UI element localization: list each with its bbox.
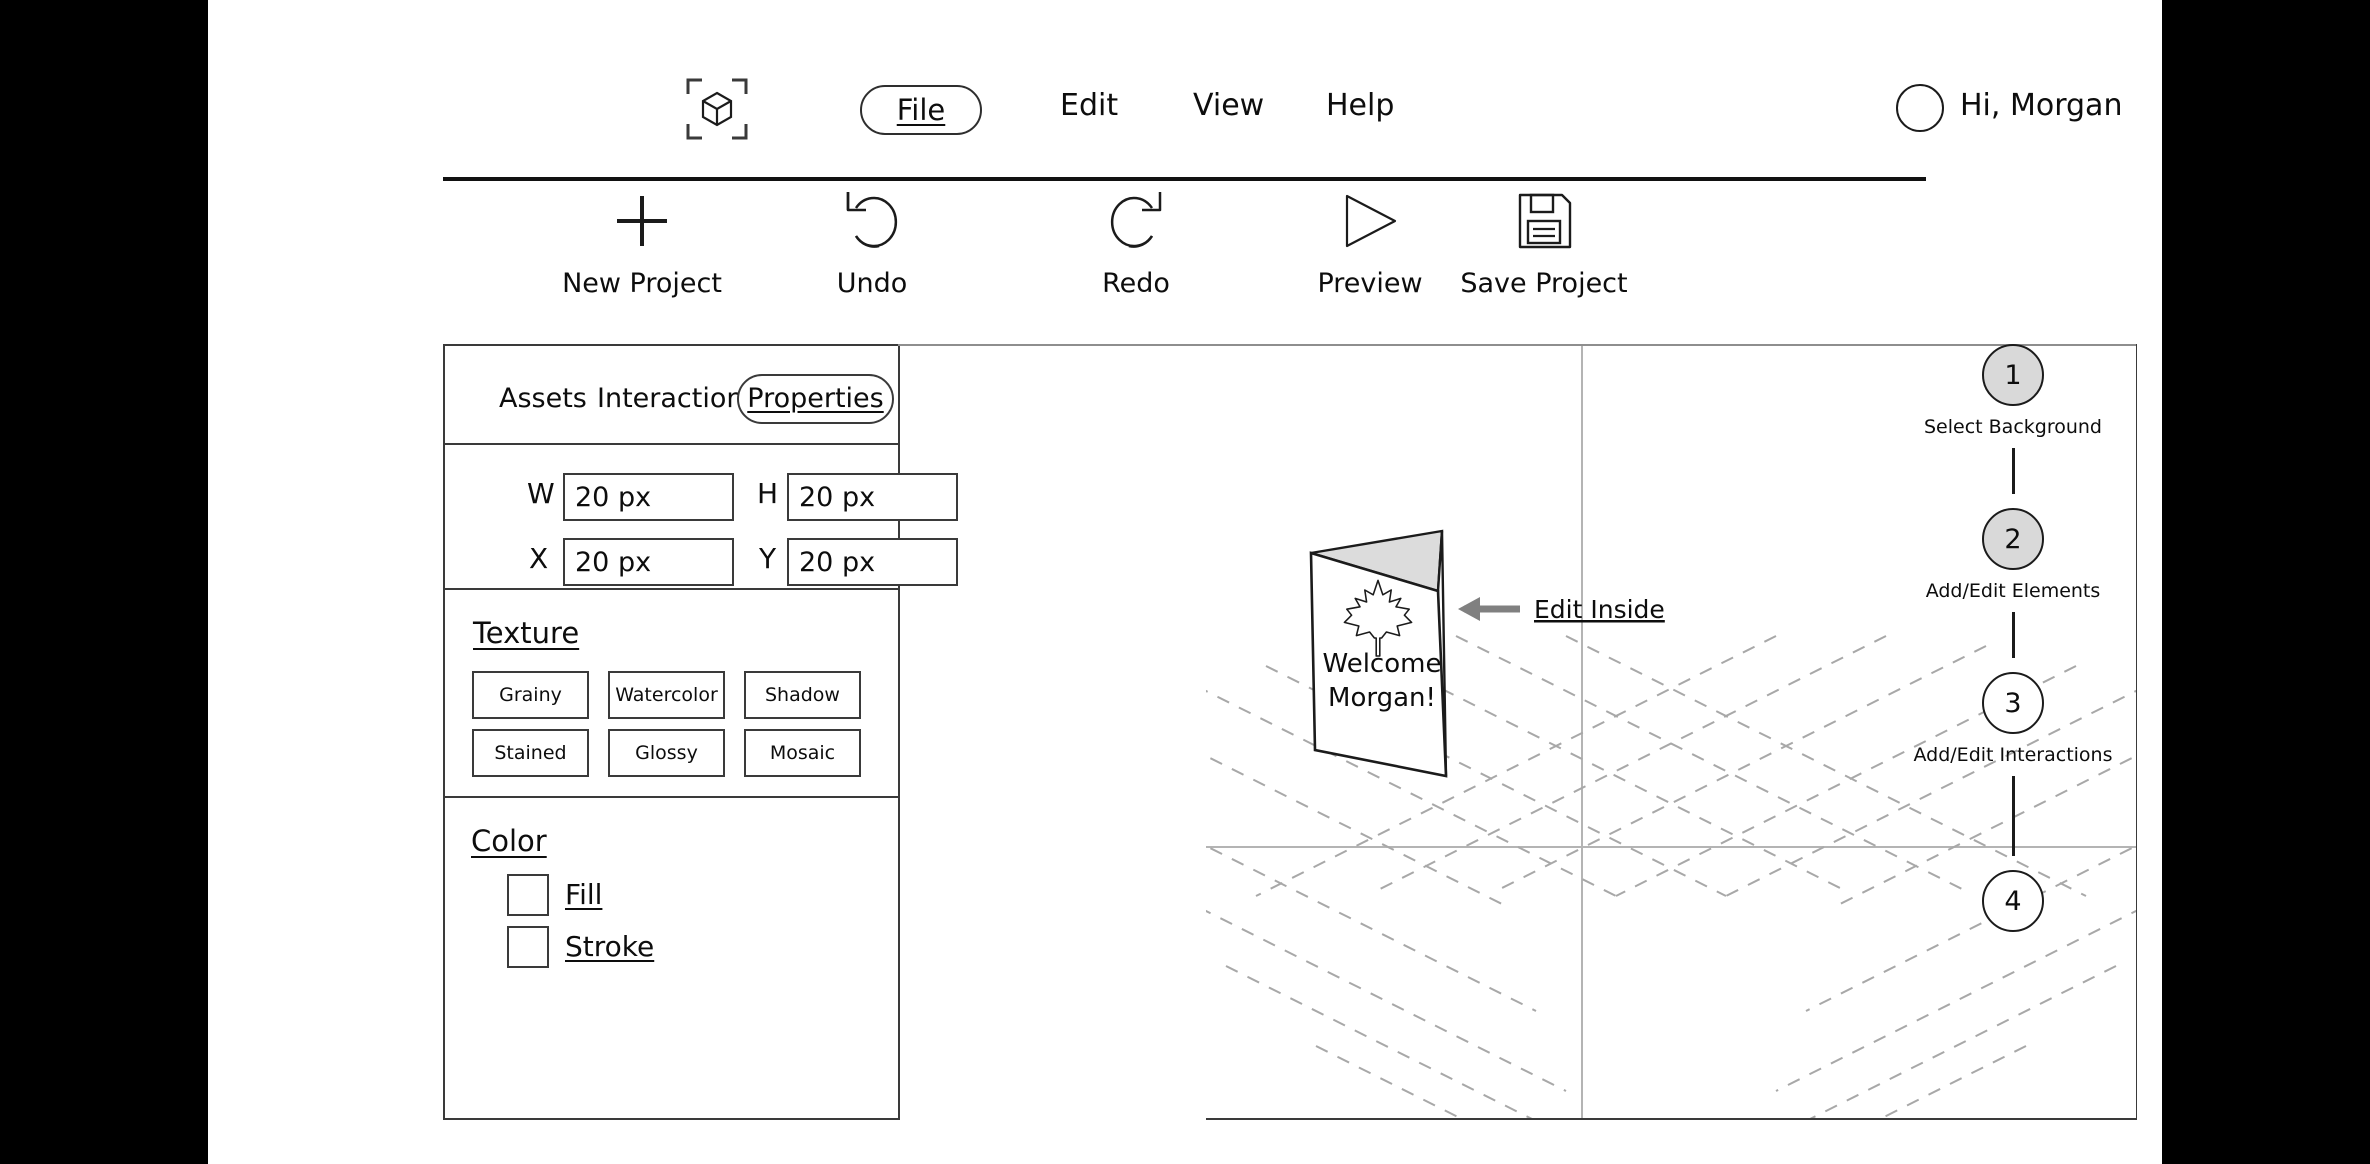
stroke-label: Stroke [565,930,655,963]
x-input[interactable]: 20 px [563,538,734,586]
y-label: Y [759,542,777,575]
dimensions-section: W 20 px H 20 px X 20 px Y 20 px [445,445,958,590]
width-label: W [527,477,555,510]
greeting-card: Welcome Morgan! [1309,529,1448,778]
undo-button[interactable]: Undo [757,180,987,330]
texture-option-mosaic[interactable]: Mosaic [744,729,861,777]
fill-color-swatch[interactable] [507,874,549,916]
redo-label: Redo [1102,268,1170,299]
texture-option-watercolor[interactable]: Watercolor [608,671,725,719]
color-heading: Color [471,824,547,858]
cube-frame-icon[interactable] [686,78,748,140]
redo-button[interactable]: Redo [1021,180,1251,330]
redo-arrow-icon [1021,182,1251,260]
card-greeting-line1: Welcome [1323,649,1442,679]
app-header: File Edit View Help Hi, Morgan [208,0,2162,181]
x-label: X [529,542,549,575]
menu-item-edit[interactable]: Edit [1060,88,1118,123]
workflow-stepper: 1 Select Background 2 Add/Edit Elements … [1888,344,2138,1120]
color-section: Color Fill Stroke [445,798,898,1116]
texture-option-glossy[interactable]: Glossy [608,729,725,777]
tab-assets[interactable]: Assets [499,383,587,414]
new-project-button[interactable]: New Project [527,180,757,330]
main-toolbar: New Project Undo Redo Preview Save Proje… [208,180,2162,335]
menu-item-view[interactable]: View [1193,88,1264,123]
step-2-label: Add/Edit Elements [1925,580,2101,602]
step-3-circle[interactable]: 3 [1982,672,2044,734]
save-project-label: Save Project [1460,268,1628,299]
step-1-label: Select Background [1923,416,2102,438]
texture-section: Texture Grainy Watercolor Shadow Stained… [445,590,898,798]
properties-panel: Assets Interactions Properties W 20 px H… [443,344,958,1120]
height-input[interactable]: 20 px [787,473,958,521]
floppy-disk-icon [1429,182,1659,260]
edit-inside-label: Edit Inside [1534,595,1665,624]
step-connector-1-2 [2012,448,2015,494]
step-connector-3-4 [2012,776,2015,856]
panel-tab-bar: Assets Interactions Properties [445,346,898,445]
tab-interactions[interactable]: Interactions [597,383,758,414]
step-1-circle[interactable]: 1 [1982,344,2044,406]
stroke-color-swatch[interactable] [507,926,549,968]
texture-option-shadow[interactable]: Shadow [744,671,861,719]
texture-option-stained[interactable]: Stained [472,729,589,777]
greeting-text: Hi, Morgan [1960,88,2123,123]
texture-option-grainy[interactable]: Grainy [472,671,589,719]
y-input[interactable]: 20 px [787,538,958,586]
menu-item-file-label: File [896,93,946,127]
step-connector-2-3 [2012,612,2015,658]
card-greeting-line2: Morgan! [1328,683,1436,713]
texture-options-grid: Grainy Watercolor Shadow Stained Glossy … [472,671,861,777]
menu-item-help[interactable]: Help [1326,88,1394,123]
undo-label: Undo [836,268,908,299]
undo-arrow-icon [757,182,987,260]
texture-heading: Texture [473,616,580,650]
app-window: File Edit View Help Hi, Morgan New Proje… [208,0,2162,1164]
step-4-circle[interactable]: 4 [1982,870,2044,932]
step-3-label: Add/Edit Interactions [1913,744,2113,766]
width-input[interactable]: 20 px [563,473,734,521]
height-label: H [757,477,779,510]
step-2-circle[interactable]: 2 [1982,508,2044,570]
user-avatar-icon[interactable] [1896,84,1944,132]
save-project-button[interactable]: Save Project [1429,180,1659,330]
new-project-label: New Project [562,268,722,299]
tab-properties-label: Properties [747,383,884,414]
left-arrow-icon [1458,597,1520,621]
edit-inside-annotation: Edit Inside [1458,595,1665,624]
fill-label: Fill [565,878,603,911]
plus-icon [527,182,757,260]
